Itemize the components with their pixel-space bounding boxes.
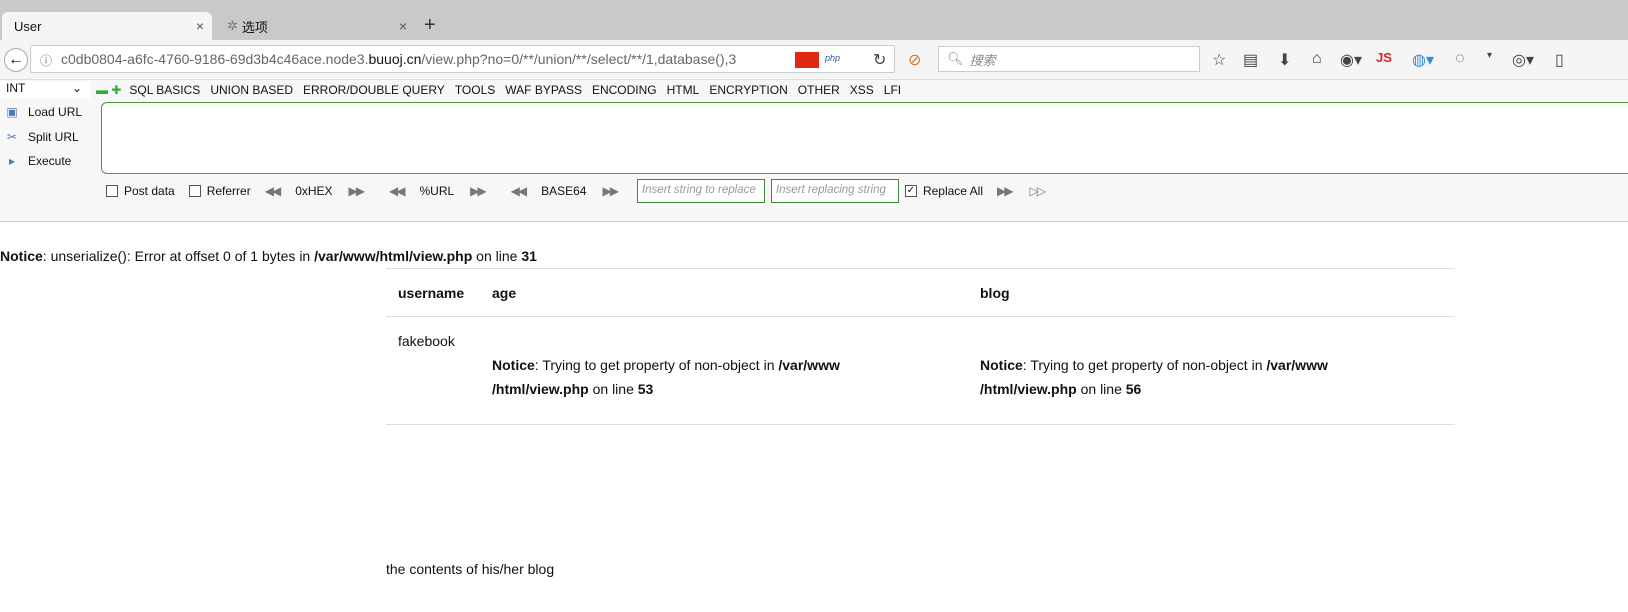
menu-encryption[interactable]: ENCRYPTION [709,83,787,97]
reload-icon[interactable]: ↻ [873,50,886,70]
gear-icon: ✲ [227,18,238,33]
js-toggle[interactable]: JS [1376,50,1392,65]
back-button[interactable]: ← [4,48,28,72]
nav-bar: ← c0db0804-a6fc-4760-9186-69d3b4c46ace.n… [0,40,1628,80]
tab-label: 选项 [241,19,268,35]
load-url-button[interactable]: ▣ Load URL [4,105,82,119]
base64-decode-button[interactable]: ◀◀ [511,184,528,198]
base64-encode-button[interactable]: ▶▶ [602,184,619,198]
cookie-icon[interactable]: ◌ [1455,50,1465,68]
header-age: age [480,268,968,317]
china-flag-icon [795,52,819,68]
table-header: username age blog [386,268,1455,317]
new-tab-button[interactable]: + [424,14,436,37]
cell-username: fakebook [386,316,480,425]
replace-all-checkbox[interactable]: ✓ [904,185,917,197]
close-icon[interactable]: × [399,18,407,34]
play-icon: ▸ [8,154,16,168]
hex-decode-button[interactable]: ◀◀ [265,184,282,198]
blog-contents-label: the contents of his/her blog [386,561,555,577]
close-icon[interactable]: × [196,18,204,34]
tab-user[interactable]: User × [2,12,212,40]
url-bar[interactable]: c0db0804-a6fc-4760-9186-69d3b4c46ace.nod… [30,45,895,73]
reading-list-icon[interactable]: ▤ [1243,50,1258,70]
type-select[interactable]: INT ⌄ [0,81,90,99]
bookmark-star-icon[interactable]: ☆ [1212,50,1226,70]
header-blog: blog [968,268,1455,317]
user-table: username age blog fakebook Notice: Tryin… [386,268,1455,425]
post-data-checkbox[interactable] [106,185,118,197]
url-encode-button[interactable]: ▶▶ [470,184,487,198]
chevron-down-icon: ⌄ [71,81,82,95]
overflow-icon[interactable]: ▯ [1555,50,1564,70]
menu-waf-bypass[interactable]: WAF BYPASS [505,83,582,97]
header-username: username [386,268,480,317]
php-icon[interactable]: php [825,53,840,63]
url-domain: buuoj.cn [368,51,422,67]
download-icon[interactable]: ⬇ [1278,50,1291,70]
hackbar-panel: ▣ Load URL ✂ Split URL ▸ Execute Post data … [0,100,1628,222]
cell-age: Notice: Trying to get property of non-ob… [480,316,968,425]
menu-error-double-query[interactable]: ERROR/DOUBLE QUERY [303,83,445,97]
replace-next-button[interactable]: ▷▷ [1029,184,1046,198]
home-icon[interactable]: ⌂ [1312,50,1322,68]
url-textarea[interactable] [101,102,1628,174]
menu-union-based[interactable]: UNION BASED [210,83,293,97]
replace-string-input[interactable]: Insert string to replace [636,179,765,203]
referrer-checkbox[interactable] [188,185,201,197]
url-prefix: c0db0804-a6fc-4760-9186-69d3b4c46ace.nod… [61,51,369,67]
table-row: fakebook Notice: Trying to get property … [386,316,1455,425]
search-input[interactable]: 🔍︎ 搜索 [938,46,1200,72]
tab-bar: User × ✲ 选项 × + [0,0,1628,40]
menu-html[interactable]: HTML [667,83,700,97]
menu-tools[interactable]: TOOLS [455,83,495,97]
notice-unserialize: Notice: unserialize(): Error at offset 0… [0,248,537,264]
menu-xss[interactable]: XSS [850,83,874,97]
replace-button[interactable]: ▶▶ [997,184,1014,198]
tab-label: User [14,18,42,34]
url-decode-button[interactable]: ◀◀ [389,184,406,198]
split-url-button[interactable]: ✂ Split URL [4,130,79,144]
execute-button[interactable]: ▸ Execute [4,154,71,168]
extension-icon[interactable]: ◍▾ [1412,50,1434,70]
hex-encode-button[interactable]: ▶▶ [349,184,366,198]
menu-lfi[interactable]: LFI [884,83,901,97]
info-icon[interactable]: ⓘ [40,52,52,69]
scissors-icon: ✂ [6,130,18,144]
tab-options[interactable]: ✲ 选项 × [215,12,415,40]
url-path: /view.php?no=0/**/union/**/select/**/1,d… [421,51,737,67]
load-icon: ▣ [6,105,18,119]
block-icon[interactable]: ⊘ [908,50,921,70]
hackbar-menu: INT ⌄ ▬ ✚ SQL BASICS UNION BASED ERROR/DO… [0,80,1628,100]
menu-other[interactable]: OTHER [798,83,840,97]
replacing-string-input[interactable]: Insert replacing string [770,179,899,203]
globe-icon[interactable]: ◉▾ [1340,50,1362,70]
menu-sql-basics[interactable]: SQL BASICS [129,83,200,97]
green-toggle-icon[interactable]: ▬ ✚ [96,83,121,97]
menu-dropdown-icon[interactable]: ▾ [1487,50,1492,61]
search-icon: 🔍︎ [947,51,964,66]
menu-encoding[interactable]: ENCODING [592,83,657,97]
hackbar-options: Post data Referrer ◀◀ 0xHEX ▶▶ ◀◀ %URL ▶▶ ◀◀… [106,179,1046,203]
cell-blog: Notice: Trying to get property of non-ob… [968,316,1455,425]
addon-icon[interactable]: ◎▾ [1512,50,1534,70]
